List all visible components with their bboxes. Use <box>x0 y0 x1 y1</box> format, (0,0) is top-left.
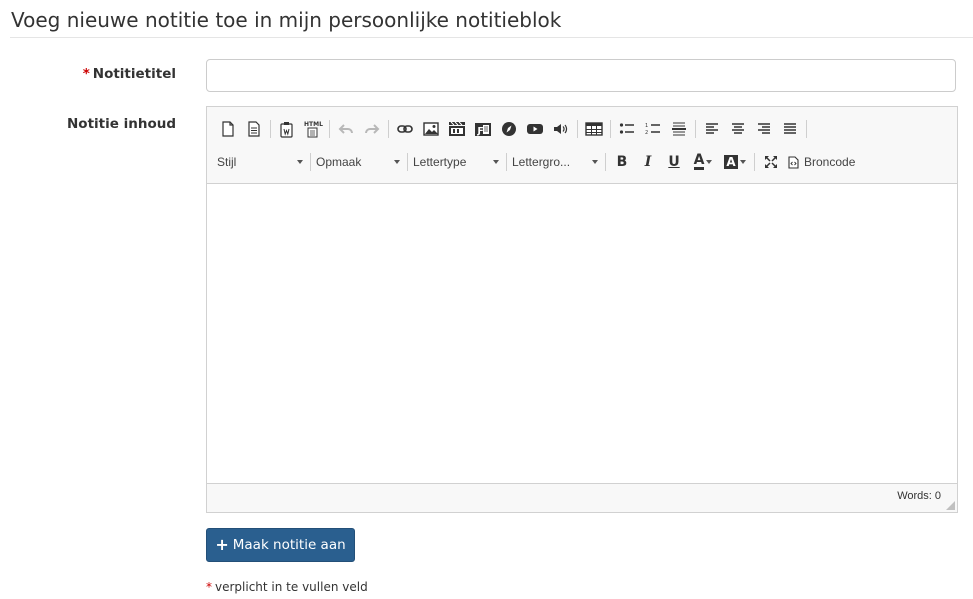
video-icon[interactable] <box>444 117 470 141</box>
source-button[interactable]: Broncode <box>784 150 859 174</box>
format-combo-label: Opmaak <box>316 155 362 169</box>
toolbar-separator <box>310 153 311 171</box>
link-icon[interactable] <box>392 117 418 141</box>
rich-text-editor: HTML Ƒ 12 Stijl Opmaak Lettertype Letter… <box>206 106 958 513</box>
chevron-down-icon <box>706 160 713 164</box>
create-note-button[interactable]: + Maak notitie aan <box>206 528 355 562</box>
image-icon[interactable] <box>418 117 444 141</box>
toolbar-separator <box>506 153 507 171</box>
text-color-glyph: A <box>693 152 705 170</box>
toolbar-separator <box>605 153 606 171</box>
toolbar-row-2: Stijl Opmaak Lettertype Lettergro... B I… <box>215 149 859 175</box>
required-footnote-text: verplicht in te vullen veld <box>215 580 368 594</box>
table-icon[interactable] <box>581 117 607 141</box>
required-footnote: * verplicht in te vullen veld <box>206 580 368 594</box>
toolbar-separator <box>695 120 696 138</box>
text-color-button[interactable]: A <box>687 150 719 174</box>
new-page-icon[interactable] <box>215 117 241 141</box>
note-title-label-text: Notitietitel <box>92 66 176 82</box>
italic-button[interactable]: I <box>635 150 661 174</box>
chevron-down-icon <box>739 160 746 164</box>
styles-combo[interactable]: Stijl <box>215 150 307 174</box>
justify-icon[interactable] <box>777 117 803 141</box>
undo-icon[interactable] <box>333 117 359 141</box>
toolbar-separator <box>388 120 389 138</box>
flash-icon[interactable]: Ƒ <box>470 117 496 141</box>
redo-icon[interactable] <box>359 117 385 141</box>
resize-handle[interactable] <box>946 501 955 510</box>
title-divider <box>10 37 973 38</box>
editor-content-area[interactable] <box>207 184 957 484</box>
font-size-combo[interactable]: Lettergro... <box>510 150 602 174</box>
chevron-down-icon <box>297 160 303 164</box>
numbered-list-icon[interactable]: 12 <box>640 117 666 141</box>
bulleted-list-icon[interactable] <box>614 117 640 141</box>
svg-text:Ƒ: Ƒ <box>477 127 484 137</box>
maximize-icon[interactable] <box>758 150 784 174</box>
editor-toolbar: HTML Ƒ 12 Stijl Opmaak Lettertype Letter… <box>207 107 957 184</box>
toolbar-separator <box>329 120 330 138</box>
align-right-icon[interactable] <box>751 117 777 141</box>
bold-button[interactable]: B <box>609 150 635 174</box>
note-title-label: * Notitietitel <box>83 66 176 82</box>
required-marker: * <box>82 66 90 82</box>
toolbar-row-1: HTML Ƒ 12 <box>215 116 810 142</box>
background-color-button[interactable]: A <box>719 150 751 174</box>
toolbar-separator <box>270 120 271 138</box>
chevron-down-icon <box>592 160 598 164</box>
align-center-icon[interactable] <box>725 117 751 141</box>
plus-icon: + <box>215 535 229 554</box>
compass-icon[interactable] <box>496 117 522 141</box>
font-combo[interactable]: Lettertype <box>411 150 503 174</box>
align-left-icon[interactable] <box>699 117 725 141</box>
youtube-icon[interactable] <box>522 117 548 141</box>
editor-statusbar: Words: 0 <box>207 483 957 512</box>
chevron-down-icon <box>493 160 499 164</box>
required-marker: * <box>206 580 212 594</box>
toolbar-separator <box>806 120 807 138</box>
paste-html-icon[interactable]: HTML <box>300 117 326 141</box>
source-icon <box>788 155 799 169</box>
paste-word-icon[interactable] <box>274 117 300 141</box>
page-title: Voeg nieuwe notitie toe in mijn persoonl… <box>11 8 562 32</box>
svg-text:HTML: HTML <box>304 121 323 128</box>
horizontal-line-icon[interactable] <box>666 117 692 141</box>
note-content-label: Notitie inhoud <box>67 116 176 132</box>
source-label: Broncode <box>804 155 856 169</box>
toolbar-separator <box>407 153 408 171</box>
styles-combo-label: Stijl <box>217 155 237 169</box>
toolbar-separator <box>754 153 755 171</box>
note-title-input[interactable] <box>206 59 956 92</box>
format-combo[interactable]: Opmaak <box>314 150 404 174</box>
font-size-combo-label: Lettergro... <box>512 155 571 169</box>
svg-text:2: 2 <box>645 130 648 136</box>
word-count: Words: 0 <box>897 490 941 502</box>
toolbar-separator <box>610 120 611 138</box>
create-note-label: Maak notitie aan <box>232 537 346 553</box>
preview-icon[interactable] <box>241 117 267 141</box>
toolbar-separator <box>577 120 578 138</box>
background-color-glyph: A <box>724 155 738 169</box>
svg-text:1: 1 <box>645 123 648 129</box>
underline-button[interactable]: U <box>661 150 687 174</box>
audio-icon[interactable] <box>548 117 574 141</box>
chevron-down-icon <box>394 160 400 164</box>
font-combo-label: Lettertype <box>413 155 467 169</box>
